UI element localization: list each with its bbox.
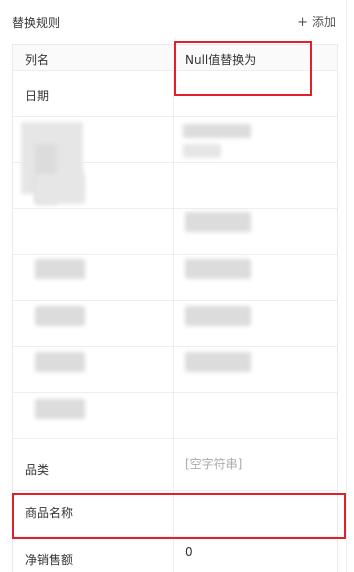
plus-icon: + [297,15,308,30]
obscured-content [35,174,85,204]
table-row: 商品名称 [13,490,337,536]
obscured-content [35,259,85,279]
obscured-content [185,352,251,372]
add-label: 添加 [311,15,336,29]
column-header-name: 列名 [25,53,50,67]
column-header-null-replace: Null值替换为 [185,53,257,67]
obscured-content [35,352,85,372]
obscured-content [183,124,251,138]
table-row [13,208,337,254]
row-value-input[interactable]: [空字符串] [185,455,242,472]
row-name: 日期 [25,89,50,103]
rules-table: 列名 Null值替换为 日期 品类 [空字符串] 商品名称 净销售额 0 [12,44,338,572]
obscured-content [185,212,251,232]
row-name: 品类 [25,463,50,477]
table-header-row: 列名 Null值替换为 [13,44,337,70]
row-name: 净销售额 [25,553,74,567]
obscured-content [183,144,221,158]
obscured-content [185,306,251,326]
panel-edge-divider [346,0,347,572]
obscured-content [35,306,85,326]
table-row: 品类 [空字符串] [13,438,337,490]
obscured-content [35,399,85,419]
replace-rules-panel: 替换规则 + 添加 列名 Null值替换为 日期 品类 [空字符串] 商品名称 … [0,0,354,572]
table-row: 日期 [13,70,337,116]
obscured-content [185,259,251,279]
add-rule-button[interactable]: + 添加 [297,13,336,30]
panel-title: 替换规则 [12,16,61,30]
row-name: 商品名称 [25,506,74,520]
table-row: 净销售额 0 [13,536,337,572]
panel-header: 替换规则 + 添加 [0,0,354,44]
row-value-input[interactable]: 0 [185,545,193,559]
